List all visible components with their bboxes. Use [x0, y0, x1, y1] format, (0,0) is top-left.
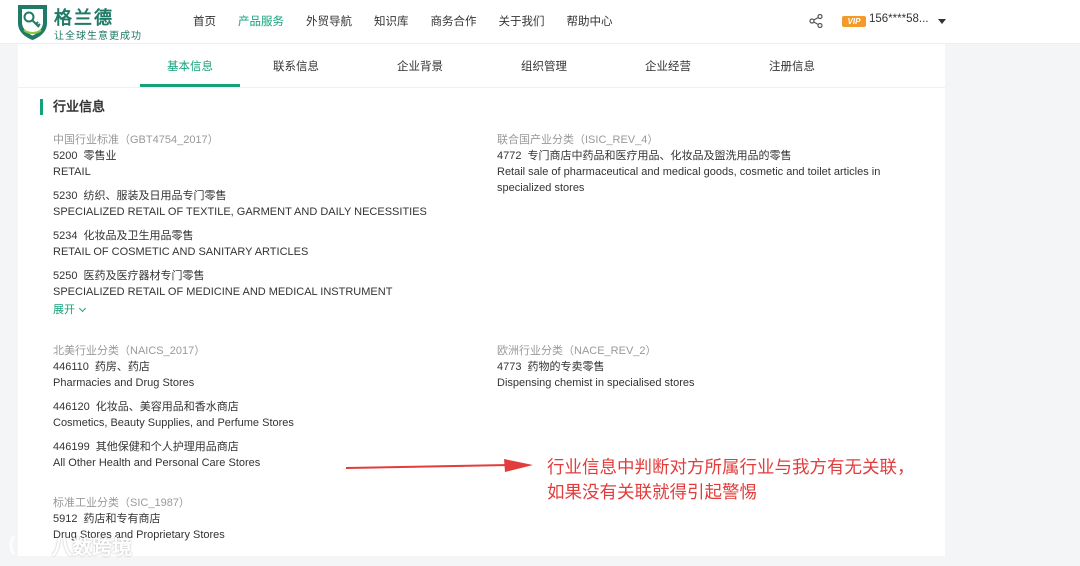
- isic-classification: 联合国产业分类（ISIC_REV_4） 4772 专门商店中药品和医疗用品、化妆品…: [497, 132, 927, 196]
- gbt-name-en: SPECIALIZED RETAIL OF TEXTILE, GARMENT A…: [53, 206, 427, 218]
- naics-name-cn: 药房、药店: [94, 361, 150, 373]
- logo-shield-icon: [18, 5, 47, 40]
- gbt-code: 5234: [53, 230, 78, 242]
- nav-home[interactable]: 首页: [193, 0, 216, 44]
- chevron-down-icon[interactable]: [938, 19, 946, 24]
- naics-code: 446199: [53, 441, 90, 453]
- nav-knowledge[interactable]: 知识库: [374, 0, 409, 44]
- section-title-industry: 行业信息: [40, 99, 105, 115]
- tab-basic-info[interactable]: 基本信息: [140, 44, 240, 87]
- tab-contact-info[interactable]: 联系信息: [246, 44, 346, 87]
- watermark-logo-icon: [9, 534, 47, 556]
- annotation-line-2: 如果没有关联就得引起警惕: [547, 482, 757, 502]
- gbt-name-en: SPECIALIZED RETAIL OF MEDICINE AND MEDIC…: [53, 286, 393, 298]
- nav-about[interactable]: 关于我们: [499, 0, 545, 44]
- gbt-name-cn: 纺织、服装及日用品专门零售: [83, 190, 227, 202]
- user-account[interactable]: 156****58...: [869, 13, 928, 25]
- gbt-classification: 中国行业标准（GBT4754_2017） 5200 零售业 RETAIL 5230…: [53, 132, 473, 318]
- sic-code: 5912: [53, 513, 78, 525]
- naics-code: 446120: [53, 401, 90, 413]
- tab-registration[interactable]: 注册信息: [742, 44, 842, 87]
- naics-name-en: Pharmacies and Drug Stores: [53, 377, 195, 389]
- isic-code: 4772: [497, 150, 522, 162]
- watermark: 八数跨境: [8, 530, 132, 560]
- naics-name-en: Cosmetics, Beauty Supplies, and Perfume …: [53, 417, 294, 429]
- top-navigation-bar: 格兰德 让全球生意更成功 首页 产品服务 外贸导航 知识库 商务合作 关于我们 …: [0, 0, 1080, 44]
- naics-name-cn: 其他保健和个人护理用品商店: [95, 441, 239, 453]
- gbt-code: 5250: [53, 270, 78, 282]
- brand-logo[interactable]: 格兰德 让全球生意更成功: [16, 3, 151, 43]
- brand-slogan: 让全球生意更成功: [54, 31, 142, 42]
- gbt-label: 中国行业标准（GBT4754_2017）: [53, 134, 219, 146]
- isic-name-en-cont: specialized stores: [497, 182, 585, 194]
- tab-company-background[interactable]: 企业背景: [370, 44, 470, 87]
- isic-name-cn: 专门商店中药品和医疗用品、化妆品及盥洗用品的零售: [527, 150, 792, 162]
- gbt-name-cn: 医药及医疗器材专门零售: [83, 270, 205, 282]
- watermark-text: 八数跨境: [52, 536, 132, 559]
- naics-classification: 北美行业分类（NAICS_2017） 446110 药房、药店 Pharmacie…: [53, 343, 473, 471]
- gbt-name-en: RETAIL OF COSMETIC AND SANITARY ARTICLES: [53, 246, 309, 258]
- expand-button[interactable]: 展开: [53, 302, 87, 318]
- gbt-name-cn: 化妆品及卫生用品零售: [83, 230, 194, 242]
- expand-label: 展开: [53, 304, 75, 316]
- tab-organization[interactable]: 组织管理: [494, 44, 594, 87]
- main-nav: 首页 产品服务 外贸导航 知识库 商务合作 关于我们 帮助中心: [182, 0, 624, 44]
- nav-trade-guide[interactable]: 外贸导航: [306, 0, 352, 44]
- nace-classification: 欧洲行业分类（NACE_REV_2） 4773 药物的专卖零售 Dispensin…: [497, 343, 927, 391]
- gbt-name-cn: 零售业: [83, 150, 117, 162]
- annotation-arrow-icon: [345, 459, 533, 472]
- isic-name-en: Retail sale of pharmaceutical and medica…: [497, 166, 881, 178]
- nace-name-cn: 药物的专卖零售: [527, 361, 605, 373]
- nav-help[interactable]: 帮助中心: [567, 0, 613, 44]
- naics-name-cn: 化妆品、美容用品和香水商店: [95, 401, 239, 413]
- detail-tabs: 基本信息 联系信息 企业背景 组织管理 企业经营 注册信息: [18, 44, 945, 88]
- nav-products[interactable]: 产品服务: [238, 0, 284, 44]
- annotation-line-1: 行业信息中判断对方所属行业与我方有无关联，: [547, 457, 915, 477]
- nace-label: 欧洲行业分类（NACE_REV_2）: [497, 345, 657, 357]
- tab-operations[interactable]: 企业经营: [618, 44, 718, 87]
- isic-label: 联合国产业分类（ISIC_REV_4）: [497, 134, 659, 146]
- annotation-note: 行业信息中判断对方所属行业与我方有无关联， 如果没有关联就得引起警惕: [547, 455, 915, 505]
- naics-label: 北美行业分类（NAICS_2017）: [53, 345, 206, 357]
- sic-name-cn: 药店和专有商店: [83, 513, 161, 525]
- nace-name-en: Dispensing chemist in specialised stores: [497, 377, 695, 389]
- nav-business[interactable]: 商务合作: [431, 0, 477, 44]
- chevron-down-icon: [78, 304, 87, 313]
- gbt-code: 5200: [53, 150, 78, 162]
- share-icon[interactable]: [809, 14, 823, 28]
- sic-label: 标准工业分类（SIC_1987）: [53, 497, 190, 509]
- vip-badge: VIP: [842, 16, 866, 27]
- gbt-name-en: RETAIL: [53, 166, 91, 178]
- naics-code: 446110: [53, 361, 89, 373]
- gbt-code: 5230: [53, 190, 78, 202]
- nace-code: 4773: [497, 361, 522, 373]
